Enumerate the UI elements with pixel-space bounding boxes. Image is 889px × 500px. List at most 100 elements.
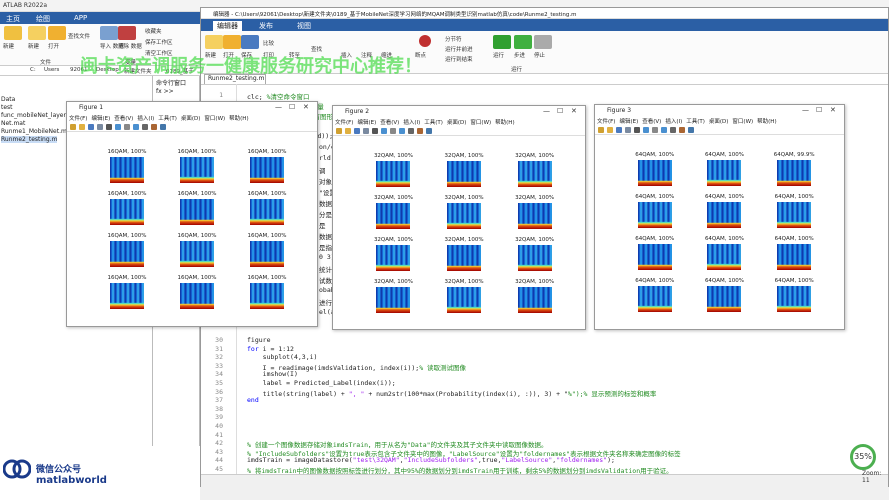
figure-menu-item[interactable]: 窗口(W) xyxy=(470,120,491,126)
code-line[interactable]: title(string(label) + ", " + num2str(100… xyxy=(247,388,657,398)
new-label[interactable]: 新建 xyxy=(28,42,39,50)
figure-menu-item[interactable]: 文件(F) xyxy=(69,116,87,122)
figure-menu-item[interactable]: 查看(V) xyxy=(642,119,661,125)
toolbar-tool-icon[interactable] xyxy=(634,127,640,133)
figure-menu-item[interactable]: 桌面(D) xyxy=(181,116,201,122)
code-line[interactable]: clc; %清空命令窗口 xyxy=(247,91,310,101)
open-icon[interactable] xyxy=(48,26,66,40)
open-label[interactable]: 打开 xyxy=(48,42,59,50)
figure-menu-item[interactable]: 编辑(E) xyxy=(619,119,638,125)
run-label[interactable]: 运行 xyxy=(493,51,504,59)
toolbar-tool-icon[interactable] xyxy=(408,128,414,134)
code-line[interactable]: label = Predicted_Label(index(i)); xyxy=(247,379,396,387)
tab-home[interactable]: 主页 xyxy=(6,14,20,24)
new-script-label[interactable]: 新建 xyxy=(3,42,14,50)
minimize-icon[interactable]: — xyxy=(543,107,550,115)
toolbar-tool-icon[interactable] xyxy=(607,127,613,133)
toolbar-tool-icon[interactable] xyxy=(70,124,76,130)
open-file-icon[interactable] xyxy=(223,35,241,49)
close-icon[interactable]: ✕ xyxy=(830,106,836,114)
figure-window-3[interactable]: Figure 3— ☐ ✕ 文件(F) 编辑(E) 查看(V) 插入(I) 工具(T) 桌面(D… xyxy=(594,104,845,330)
figure-menu-item[interactable]: 编辑(E) xyxy=(357,120,376,126)
command-prompt[interactable]: fx >> xyxy=(156,88,174,95)
find-files-button[interactable]: 查找文件 xyxy=(68,32,90,40)
tab-view[interactable]: 视图 xyxy=(297,21,311,31)
new-icon[interactable] xyxy=(28,26,46,40)
figure-menu-item[interactable]: 查看(V) xyxy=(380,120,399,126)
toolbar-tool-icon[interactable] xyxy=(160,124,166,130)
close-icon[interactable]: ✕ xyxy=(303,103,309,111)
file-item[interactable]: func_mobileNet_layer.m xyxy=(1,112,73,119)
figure-menu-item[interactable]: 桌面(D) xyxy=(447,120,467,126)
file-item[interactable]: test xyxy=(1,104,13,111)
addr-drive[interactable]: C: xyxy=(30,67,36,73)
toolbar-tool-icon[interactable] xyxy=(390,128,396,134)
figure-menu-item[interactable]: 工具(T) xyxy=(686,119,705,125)
file-item[interactable]: Net.mat xyxy=(1,120,25,127)
step-label[interactable]: 步进 xyxy=(514,51,525,59)
maximize-icon[interactable]: ☐ xyxy=(557,107,563,115)
figure-menu-item[interactable]: 工具(T) xyxy=(424,120,443,126)
run-advance-button[interactable]: 运行并前进 xyxy=(445,45,473,53)
toolbar-tool-icon[interactable] xyxy=(115,124,121,130)
figure-menu-item[interactable]: 插入(I) xyxy=(403,120,420,126)
toolbar-tool-icon[interactable] xyxy=(354,128,360,134)
figure-menu-item[interactable]: 帮助(H) xyxy=(495,120,514,126)
toolbar-tool-icon[interactable] xyxy=(372,128,378,134)
code-line[interactable]: imshow(I) xyxy=(247,370,298,378)
code-line[interactable]: for i = 1:12 xyxy=(247,345,294,353)
clean-data-icon[interactable] xyxy=(118,26,136,40)
figure-menu-item[interactable]: 插入(I) xyxy=(665,119,682,125)
code-line[interactable]: figure xyxy=(247,336,270,344)
figure-menu-item[interactable]: 编辑(E) xyxy=(91,116,110,122)
tab-plots[interactable]: 绘图 xyxy=(36,14,50,24)
figure-window-2[interactable]: Figure 2— ☐ ✕ 文件(F) 编辑(E) 查看(V) 插入(I) 工具(T) 桌面(D… xyxy=(332,105,586,330)
figure-window-1[interactable]: Figure 1— ☐ ✕ 文件(F) 编辑(E) 查看(V) 插入(I) 工具(T) 桌面(D… xyxy=(66,101,318,327)
tab-publish[interactable]: 发布 xyxy=(259,21,273,31)
run-to-end-button[interactable]: 运行到结束 xyxy=(445,55,473,63)
toolbar-tool-icon[interactable] xyxy=(399,128,405,134)
toolbar-tool-icon[interactable] xyxy=(106,124,112,130)
code-line[interactable]: end xyxy=(247,396,259,404)
step-icon[interactable] xyxy=(514,35,532,49)
minimize-icon[interactable]: — xyxy=(802,106,809,114)
file-item-selected[interactable]: Runme2_testing.m xyxy=(1,136,58,143)
toolbar-tool-icon[interactable] xyxy=(142,124,148,130)
figure-menu-item[interactable]: 桌面(D) xyxy=(709,119,729,125)
save-icon[interactable] xyxy=(241,35,259,49)
figure-menu-item[interactable]: 帮助(H) xyxy=(757,119,776,125)
figure-menu-item[interactable]: 帮助(H) xyxy=(229,116,248,122)
maximize-icon[interactable]: ☐ xyxy=(816,106,822,114)
breakpoint-icon[interactable] xyxy=(419,35,431,47)
import-data-icon[interactable] xyxy=(100,26,118,40)
figure-menu-item[interactable]: 工具(T) xyxy=(158,116,177,122)
code-line[interactable]: subplot(4,3,i) xyxy=(247,353,318,361)
new-script-icon[interactable] xyxy=(4,26,22,40)
toolbar-tool-icon[interactable] xyxy=(336,128,342,134)
toolbar-tool-icon[interactable] xyxy=(381,128,387,134)
new-file-icon[interactable] xyxy=(205,35,223,49)
figure-menu-item[interactable]: 文件(F) xyxy=(597,119,615,125)
toolbar-tool-icon[interactable] xyxy=(124,124,130,130)
stop-label[interactable]: 停止 xyxy=(534,51,545,59)
figure-menu-item[interactable]: 文件(F) xyxy=(335,120,353,126)
figure-menu-item[interactable]: 窗口(W) xyxy=(204,116,225,122)
toolbar-tool-icon[interactable] xyxy=(688,127,694,133)
toolbar-tool-icon[interactable] xyxy=(598,127,604,133)
toolbar-tool-icon[interactable] xyxy=(643,127,649,133)
figure-menu-item[interactable]: 查看(V) xyxy=(114,116,133,122)
favorites-button[interactable]: 收藏夹 xyxy=(145,27,162,35)
toolbar-tool-icon[interactable] xyxy=(661,127,667,133)
toolbar-tool-icon[interactable] xyxy=(625,127,631,133)
toolbar-tool-icon[interactable] xyxy=(670,127,676,133)
tab-editor[interactable]: 编辑器 xyxy=(213,21,242,31)
toolbar-tool-icon[interactable] xyxy=(133,124,139,130)
toolbar-tool-icon[interactable] xyxy=(97,124,103,130)
tab-apps[interactable]: APP xyxy=(74,14,87,22)
addr-users[interactable]: Users xyxy=(44,67,59,73)
maximize-icon[interactable]: ☐ xyxy=(289,103,295,111)
compare-button[interactable]: 比较 xyxy=(263,39,274,47)
close-icon[interactable]: ✕ xyxy=(571,107,577,115)
file-item[interactable]: Runme1_MobileNet.m xyxy=(1,128,67,135)
figure-menu-item[interactable]: 窗口(W) xyxy=(732,119,753,125)
